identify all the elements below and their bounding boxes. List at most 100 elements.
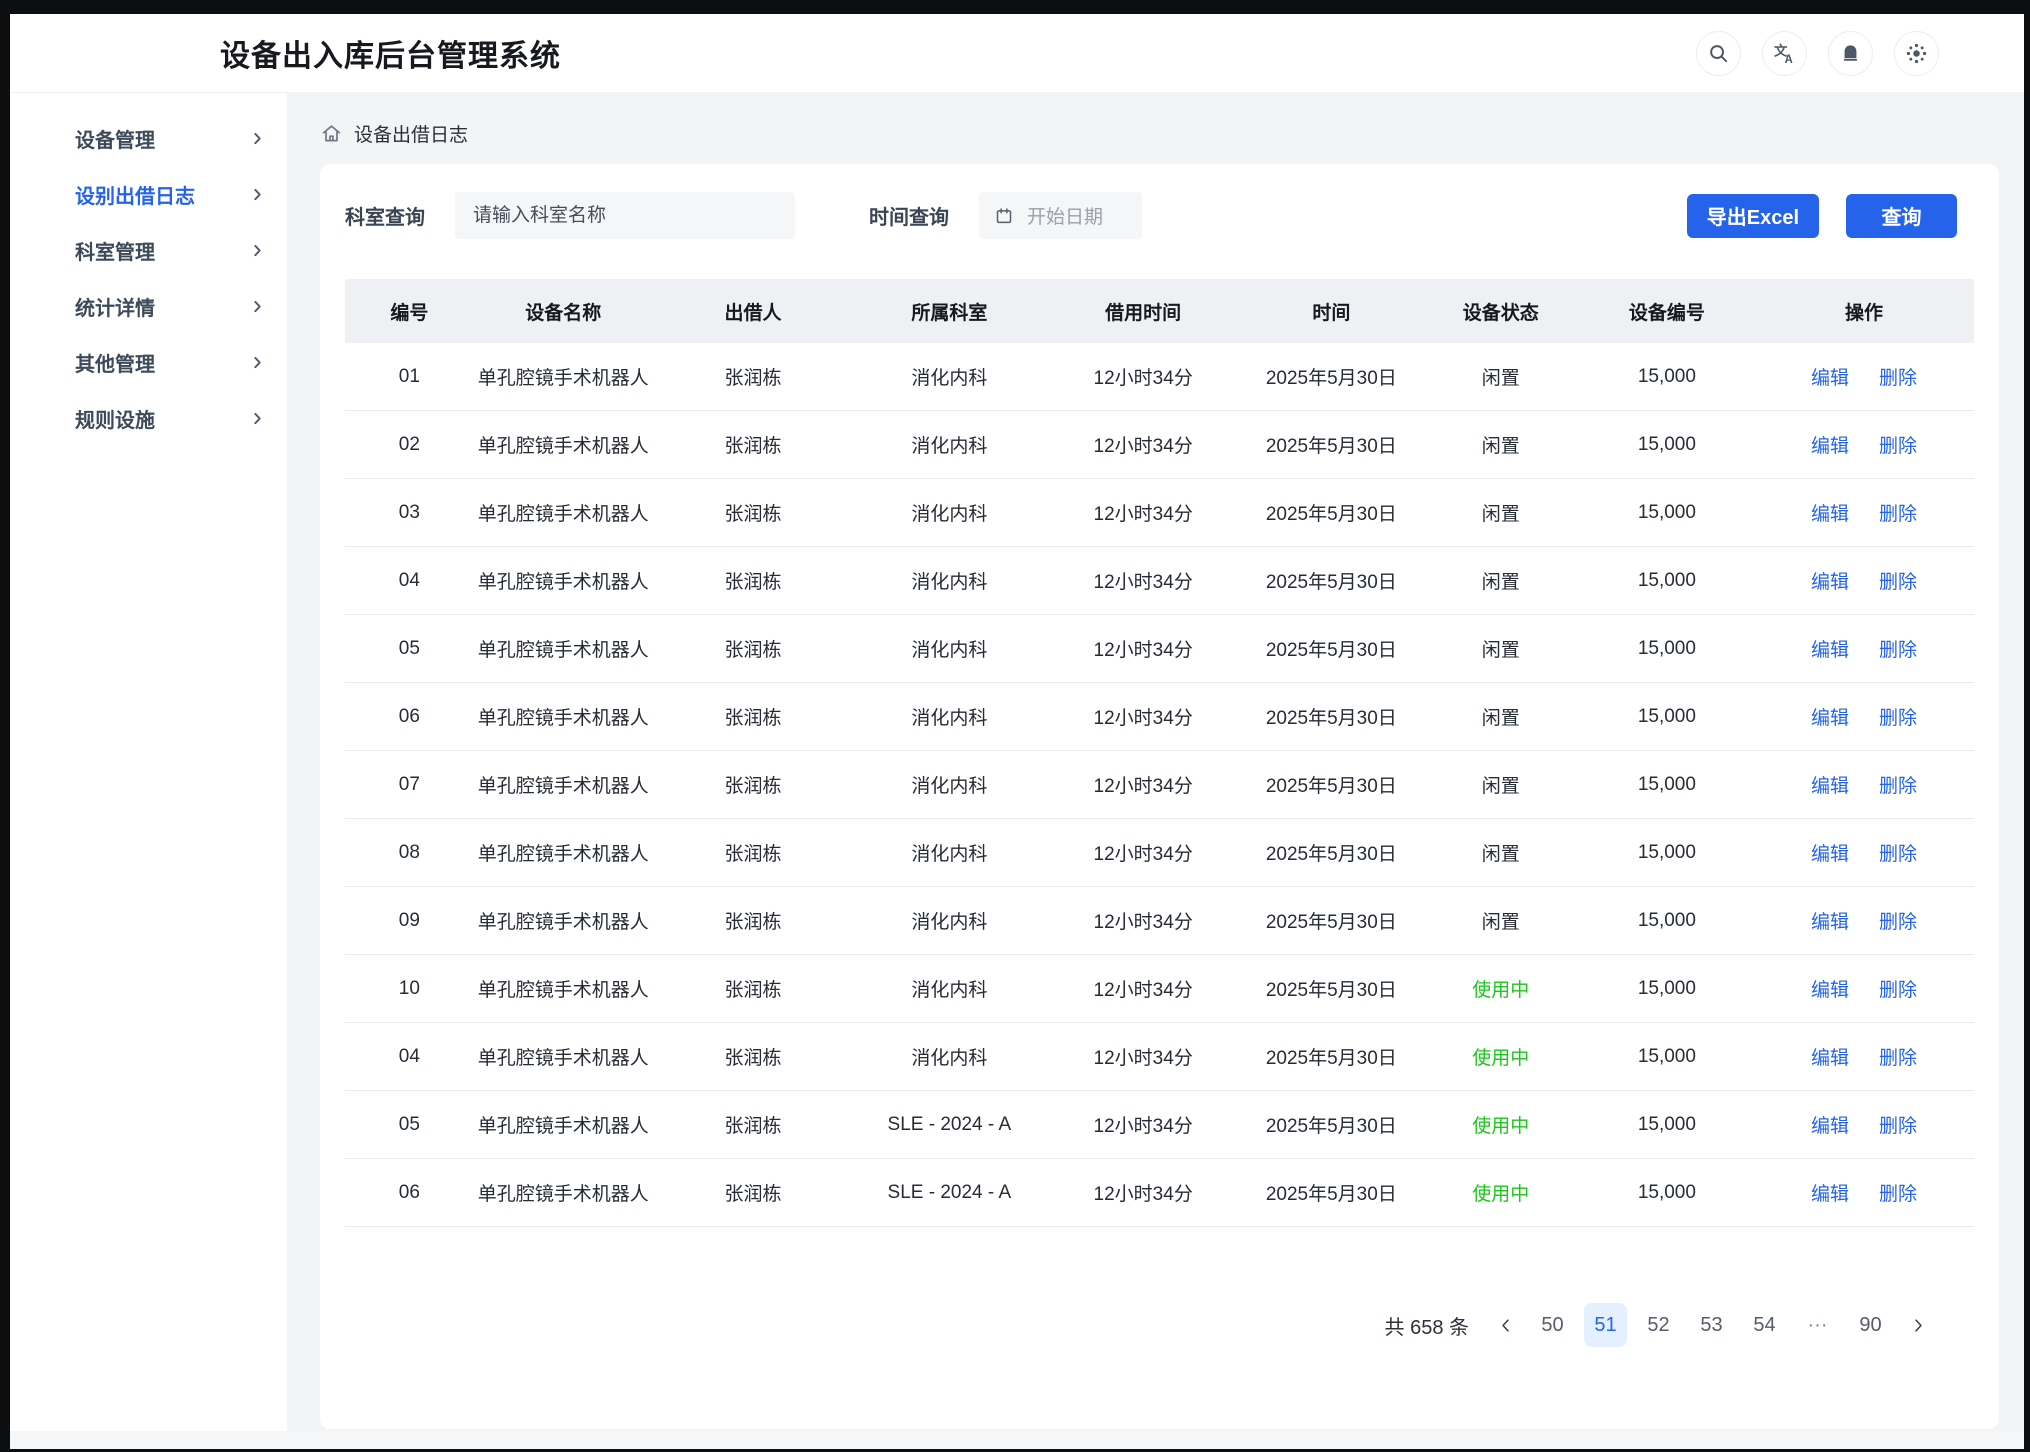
pagination-page[interactable]: 90 (1849, 1303, 1892, 1347)
edit-link[interactable]: 编辑 (1811, 431, 1849, 458)
cell-device: 单孔腔镜手术机器人 (474, 1111, 653, 1138)
edit-link[interactable]: 编辑 (1811, 839, 1849, 866)
footer-strip (10, 1431, 2024, 1449)
status-badge: 使用中 (1422, 1111, 1580, 1138)
search-button[interactable] (1696, 31, 1741, 76)
edit-link[interactable]: 编辑 (1811, 1043, 1849, 1070)
cell-date: 2025年5月30日 (1241, 1043, 1422, 1070)
pagination-page[interactable]: 52 (1637, 1303, 1680, 1347)
cell-borrower: 张润栋 (653, 363, 853, 390)
chevron-right-icon (250, 299, 265, 314)
cell-device: 单孔腔镜手术机器人 (474, 431, 653, 458)
filter-bar: 科室查询 时间查询 开始日期 导出Excel 查询 (345, 192, 1974, 239)
row-actions: 编辑 删除 (1754, 975, 1974, 1002)
cell-duration: 12小时34分 (1045, 907, 1240, 934)
table-row: 03单孔腔镜手术机器人张润栋消化内科12小时34分2025年5月30日闲置15,… (345, 479, 1974, 547)
cell-device: 单孔腔镜手术机器人 (474, 363, 653, 390)
cell-device: 单孔腔镜手术机器人 (474, 499, 653, 526)
cell-device: 单孔腔镜手术机器人 (474, 1043, 653, 1070)
edit-link[interactable]: 编辑 (1811, 1179, 1849, 1206)
table-row: 04单孔腔镜手术机器人张润栋消化内科12小时34分2025年5月30日使用中15… (345, 1023, 1974, 1091)
delete-link[interactable]: 删除 (1879, 635, 1917, 662)
pagination-page[interactable]: 50 (1531, 1303, 1574, 1347)
delete-link[interactable]: 删除 (1879, 1179, 1917, 1206)
delete-link[interactable]: 删除 (1879, 363, 1917, 390)
cell-no: 04 (345, 1046, 474, 1068)
pagination-page[interactable]: 54 (1743, 1303, 1786, 1347)
edit-link[interactable]: 编辑 (1811, 1111, 1849, 1138)
chevron-right-icon (250, 411, 265, 426)
sidebar-item[interactable]: 规则设施 (10, 401, 287, 435)
pagination-next-button[interactable] (1902, 1303, 1934, 1347)
delete-link[interactable]: 删除 (1879, 907, 1917, 934)
edit-link[interactable]: 编辑 (1811, 635, 1849, 662)
sidebar-item[interactable]: 其他管理 (10, 345, 287, 379)
sidebar-item[interactable]: 设备管理 (10, 121, 287, 155)
sidebar-item[interactable]: 科室管理 (10, 233, 287, 267)
row-actions: 编辑 删除 (1754, 839, 1974, 866)
svg-text:A: A (1785, 54, 1793, 65)
cell-duration: 12小时34分 (1045, 975, 1240, 1002)
chevron-right-icon (1910, 1317, 1927, 1334)
row-actions: 编辑 删除 (1754, 703, 1974, 730)
edit-link[interactable]: 编辑 (1811, 499, 1849, 526)
delete-link[interactable]: 删除 (1879, 839, 1917, 866)
cell-borrower: 张润栋 (653, 975, 853, 1002)
avatar[interactable]: A (1960, 29, 2008, 77)
app-window: 设备出入库后台管理系统 文 A (10, 14, 2024, 1449)
dept-search-input[interactable] (455, 192, 795, 239)
cell-duration: 12小时34分 (1045, 1111, 1240, 1138)
search-submit-button[interactable]: 查询 (1846, 194, 1957, 238)
delete-link[interactable]: 删除 (1879, 703, 1917, 730)
row-actions: 编辑 删除 (1754, 1179, 1974, 1206)
language-button[interactable]: 文 A (1762, 31, 1807, 76)
delete-link[interactable]: 删除 (1879, 771, 1917, 798)
delete-link[interactable]: 删除 (1879, 567, 1917, 594)
breadcrumb[interactable]: 设备出借日志 (320, 119, 1999, 147)
column-header: 出借人 (653, 298, 853, 325)
pagination-ellipsis: ··· (1796, 1303, 1839, 1347)
edit-link[interactable]: 编辑 (1811, 567, 1849, 594)
cell-dept: SLE - 2024 - A (853, 1182, 1045, 1204)
column-header: 时间 (1241, 298, 1422, 325)
pagination-prev-button[interactable] (1489, 1303, 1521, 1347)
delete-link[interactable]: 删除 (1879, 431, 1917, 458)
delete-link[interactable]: 删除 (1879, 1043, 1917, 1070)
edit-link[interactable]: 编辑 (1811, 771, 1849, 798)
delete-link[interactable]: 删除 (1879, 975, 1917, 1002)
cell-borrower: 张润栋 (653, 1179, 853, 1206)
cell-device-no: 15,000 (1580, 1182, 1754, 1204)
row-actions: 编辑 删除 (1754, 431, 1974, 458)
cell-borrower: 张润栋 (653, 635, 853, 662)
pagination-page[interactable]: 53 (1690, 1303, 1733, 1347)
cell-borrower: 张润栋 (653, 499, 853, 526)
delete-link[interactable]: 删除 (1879, 499, 1917, 526)
delete-link[interactable]: 删除 (1879, 1111, 1917, 1138)
notifications-button[interactable] (1828, 31, 1873, 76)
edit-link[interactable]: 编辑 (1811, 907, 1849, 934)
edit-link[interactable]: 编辑 (1811, 975, 1849, 1002)
sidebar-item[interactable]: 统计详情 (10, 289, 287, 323)
sidebar: 设备管理设别出借日志科室管理统计详情其他管理规则设施 (10, 93, 287, 1431)
edit-link[interactable]: 编辑 (1811, 363, 1849, 390)
cell-date: 2025年5月30日 (1241, 907, 1422, 934)
cell-device-no: 15,000 (1580, 502, 1754, 524)
status-badge: 闲置 (1422, 635, 1580, 662)
start-date-picker[interactable]: 开始日期 (979, 192, 1142, 239)
filter-buttons: 导出Excel 查询 (1687, 194, 1957, 238)
cell-date: 2025年5月30日 (1241, 771, 1422, 798)
cell-device-no: 15,000 (1580, 978, 1754, 1000)
search-icon (1707, 42, 1730, 65)
export-excel-button[interactable]: 导出Excel (1687, 194, 1819, 238)
dept-filter-label: 科室查询 (345, 201, 425, 230)
sidebar-item[interactable]: 设别出借日志 (10, 177, 287, 211)
cell-date: 2025年5月30日 (1241, 431, 1422, 458)
theme-button[interactable] (1894, 31, 1939, 76)
status-badge: 闲置 (1422, 907, 1580, 934)
column-header: 借用时间 (1045, 298, 1240, 325)
sidebar-nav: 设备管理设别出借日志科室管理统计详情其他管理规则设施 (10, 121, 287, 435)
cell-no: 10 (345, 978, 474, 1000)
edit-link[interactable]: 编辑 (1811, 703, 1849, 730)
pagination-page[interactable]: 51 (1584, 1303, 1627, 1347)
cell-duration: 12小时34分 (1045, 567, 1240, 594)
